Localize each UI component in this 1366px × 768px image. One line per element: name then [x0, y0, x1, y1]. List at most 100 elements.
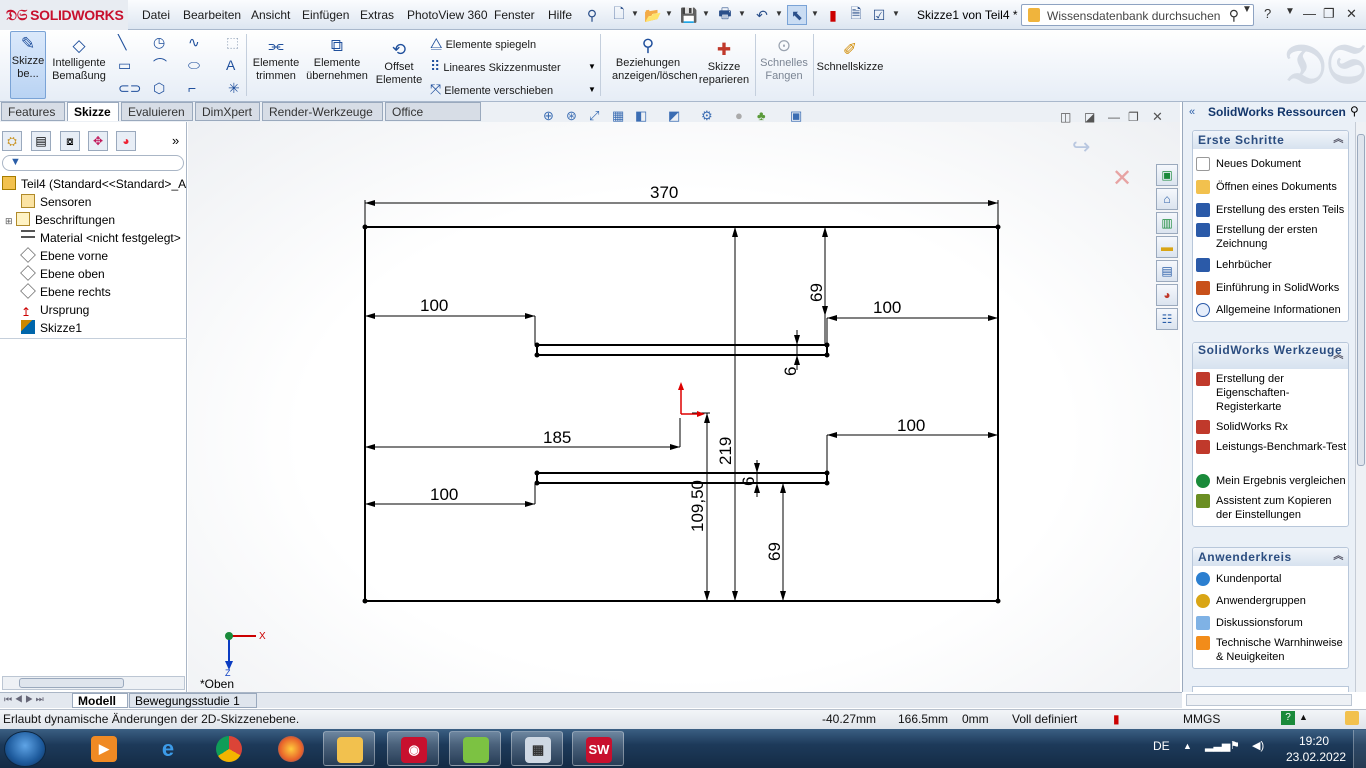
group-header[interactable]: Anwenderkreis ︽	[1193, 548, 1348, 566]
line-icon[interactable]: ╲	[118, 33, 126, 51]
tab-skizze[interactable]: Skizze	[67, 102, 119, 121]
task-pane-vertical-scrollbar[interactable]	[1355, 122, 1366, 692]
tab-bewegungsstudie[interactable]: Bewegungsstudie 1	[129, 693, 257, 708]
chevron-down-icon[interactable]: ▼	[1242, 4, 1252, 15]
custom-properties-tab-icon[interactable]: ☷	[1156, 308, 1178, 330]
search-box[interactable]: Wissensdatenbank durchsuchen ⚲	[1021, 4, 1254, 26]
file-properties-icon[interactable]: 🗎	[846, 5, 866, 25]
dim-top-right-100[interactable]: 100	[873, 298, 901, 317]
tab-scroll-arrows[interactable]: ⏮ ◀ ▶ ⏭	[4, 694, 44, 705]
link-introduction[interactable]: Einführung in SolidWorks	[1196, 281, 1339, 296]
print-icon[interactable]: 🖶	[715, 5, 735, 25]
rebuild-status-icon[interactable]: ▮	[1113, 712, 1120, 726]
fillet-icon[interactable]: ⌐	[188, 79, 196, 97]
dim-mid-height-109-50[interactable]: 109,50	[688, 480, 707, 532]
construction-grid-icon[interactable]: ⬚	[226, 33, 239, 51]
chevron-down-icon[interactable]: ▼	[588, 85, 596, 94]
close-button[interactable]: ✕	[1346, 6, 1357, 22]
dim-top-left-100[interactable]: 100	[420, 296, 448, 315]
action-center-icon[interactable]: ⚑	[1230, 739, 1240, 752]
linear-pattern-button[interactable]: ⠿ Lineares Skizzenmuster	[430, 58, 561, 75]
link-solidworks-rx[interactable]: SolidWorks Rx	[1196, 420, 1288, 435]
language-indicator[interactable]: DE	[1153, 739, 1170, 753]
appearances-tab-icon[interactable]: ◕	[1156, 284, 1178, 306]
taskbar-internet-explorer[interactable]: e	[142, 731, 194, 766]
pin-icon[interactable]: ⚲	[1350, 104, 1359, 118]
help-icon[interactable]: ?	[1264, 6, 1271, 21]
display-relations-button[interactable]: ⚲ Beziehungen anzeigen/löschen	[612, 34, 698, 83]
point-icon[interactable]: ✳	[228, 79, 240, 97]
tab-features[interactable]: Features	[1, 102, 65, 121]
select-pointer-icon[interactable]: ⬉	[787, 5, 807, 25]
dim-mid-left-185[interactable]: 185	[543, 428, 571, 447]
expand-panel-icon[interactable]: »	[172, 133, 179, 148]
spline-icon[interactable]: ∿	[188, 33, 200, 51]
link-new-document[interactable]: Neues Dokument	[1196, 157, 1301, 172]
show-hidden-icons[interactable]: ▲	[1183, 741, 1192, 751]
tree-item-material[interactable]: Material <nicht festgelegt>	[21, 229, 181, 247]
tree-item-sensors[interactable]: Sensoren	[21, 193, 91, 211]
sketch-slot-top[interactable]	[536, 344, 828, 356]
collapse-group-icon[interactable]: ︽	[1333, 131, 1344, 149]
link-general-info[interactable]: Allgemeine Informationen	[1196, 303, 1341, 318]
display-manager-tab[interactable]: ◕	[116, 131, 136, 151]
clock-time[interactable]: 19:20	[1299, 734, 1329, 748]
collapse-pane-icon[interactable]: «	[1189, 106, 1195, 118]
group-header[interactable]: Erste Schritte ︽	[1193, 131, 1348, 149]
taskbar-firefox[interactable]	[265, 731, 317, 766]
dim-height-219[interactable]: 219	[716, 437, 735, 465]
ellipse-icon[interactable]: ⬭	[188, 56, 200, 74]
offset-entities-button[interactable]: ⟲ Offset Elemente	[373, 38, 425, 87]
scroll-thumb[interactable]	[1357, 134, 1365, 466]
open-folder-icon[interactable]: 📂	[643, 5, 663, 25]
polygon-icon[interactable]: ⬡	[153, 79, 165, 97]
chevron-down-icon[interactable]: ▼	[1285, 6, 1295, 17]
edit-sketch-button[interactable]: ✎ Skizze be...	[10, 31, 46, 99]
link-open-document[interactable]: Öffnen eines Dokuments	[1196, 180, 1337, 195]
minimize-button[interactable]: —	[1303, 6, 1316, 21]
rapid-sketch-button[interactable]: ✐ Schnellskizze	[815, 38, 885, 74]
chevron-down-icon[interactable]: ▼	[738, 9, 746, 18]
chevron-down-icon[interactable]: ▼	[588, 62, 596, 71]
volume-icon[interactable]: ◀)	[1252, 739, 1264, 752]
menu-fenster[interactable]: Fenster	[494, 8, 535, 22]
view-palette-tab-icon[interactable]: ▤	[1156, 260, 1178, 282]
link-first-drawing[interactable]: Erstellung der ersten Zeichnung	[1196, 223, 1318, 250]
solidworks-logo[interactable]: 𝔇𝔖 SOLIDWORKS	[0, 0, 128, 30]
dim-slot-gap-bottom-6[interactable]: 6	[739, 477, 758, 486]
new-document-icon[interactable]: 🗋	[609, 5, 629, 25]
menu-ansicht[interactable]: Ansicht	[251, 8, 290, 22]
dim-width-370[interactable]: 370	[650, 183, 678, 202]
tab-evaluieren[interactable]: Evaluieren	[121, 102, 193, 121]
sketch-canvas[interactable]: 370 100 100 69 6 185 100 100 219 6 109,5…	[188, 122, 1180, 692]
taskbar-app[interactable]	[449, 731, 501, 766]
dimxpert-manager-tab[interactable]: ✥	[88, 131, 108, 151]
tree-item-top-plane[interactable]: Ebene oben	[20, 265, 105, 283]
notes-icon[interactable]	[1345, 711, 1359, 725]
link-tech-alerts[interactable]: Technische Warnhinweise & Neuigkeiten	[1196, 636, 1343, 663]
tree-item-origin[interactable]: ↥ Ursprung	[21, 301, 89, 319]
help-status-icon[interactable]: ?	[1281, 711, 1295, 725]
search-icon[interactable]: ⚲	[1229, 7, 1239, 24]
link-discussion-forum[interactable]: Diskussionsforum	[1196, 616, 1303, 631]
show-desktop-button[interactable]	[1353, 730, 1366, 768]
tab-modell[interactable]: Modell	[72, 693, 128, 708]
link-properties-tab[interactable]: Erstellung der Eigenschaften-Registerkar…	[1196, 372, 1289, 413]
chevron-down-icon[interactable]: ▼	[631, 9, 639, 18]
taskbar-calculator[interactable]: ▦	[511, 731, 563, 766]
dim-slot-gap-top-6[interactable]: 6	[781, 367, 800, 376]
design-library-tab-icon[interactable]: ▥	[1156, 212, 1178, 234]
tab-render-werkzeuge[interactable]: Render-Werkzeuge	[262, 102, 383, 121]
taskbar-explorer[interactable]	[323, 731, 375, 766]
resources-tab-icon[interactable]: ▣	[1156, 164, 1178, 186]
options-icon[interactable]: ☑	[869, 5, 889, 25]
link-first-part[interactable]: Erstellung des ersten Teils	[1196, 203, 1344, 218]
menu-hilfe[interactable]: Hilfe	[548, 8, 572, 22]
chevron-up-icon[interactable]: ▲	[1299, 712, 1308, 722]
property-manager-tab[interactable]: ▤	[31, 131, 51, 151]
chevron-down-icon[interactable]: ▼	[892, 9, 900, 18]
chevron-down-icon[interactable]: ▼	[665, 9, 673, 18]
scroll-thumb[interactable]	[19, 678, 124, 688]
group-header[interactable]: SolidWorks Werkzeuge ︽	[1193, 343, 1348, 369]
tree-item-front-plane[interactable]: Ebene vorne	[20, 247, 108, 265]
